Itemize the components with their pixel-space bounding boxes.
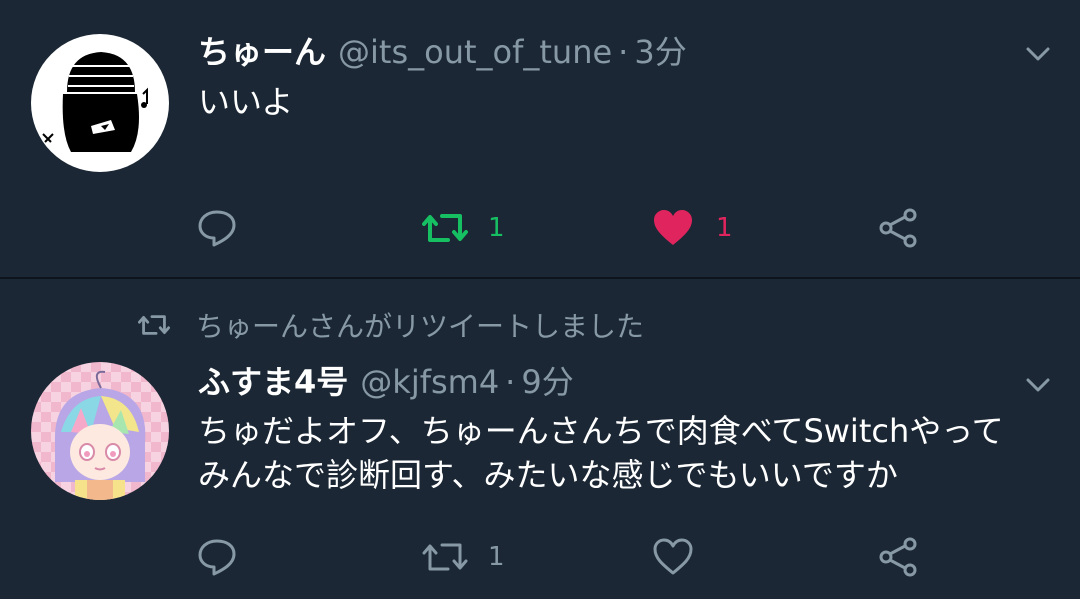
chevron-down-icon[interactable] bbox=[1022, 38, 1054, 70]
share-button[interactable] bbox=[878, 206, 920, 250]
like-button[interactable]: 1 bbox=[652, 206, 733, 250]
like-button[interactable] bbox=[652, 535, 694, 579]
retweet-icon bbox=[422, 214, 468, 242]
retweet-button[interactable]: 1 bbox=[422, 535, 505, 579]
retweet-context-text: ちゅーんさんがリツイートしました bbox=[196, 310, 645, 343]
separator-dot: · bbox=[505, 363, 516, 401]
share-icon bbox=[879, 208, 917, 248]
tweet-text: いいよ bbox=[198, 80, 1058, 124]
heart-icon bbox=[654, 210, 692, 245]
tweet-text-line: いいよ bbox=[198, 83, 294, 121]
like-count: 1 bbox=[716, 213, 733, 243]
tweet[interactable]: ちゅーん @its_out_of_tune · 3分 いいよ 1 1 bbox=[0, 0, 1080, 277]
retweet-count: 1 bbox=[488, 542, 505, 572]
avatar[interactable] bbox=[31, 34, 169, 172]
display-name[interactable]: ふすま4号 bbox=[198, 363, 348, 401]
reply-button[interactable] bbox=[196, 535, 238, 579]
reply-icon bbox=[198, 539, 236, 576]
tweet-text-line: ちゅだよオフ、ちゅーんさんちで肉食べてSwitchやって bbox=[198, 412, 1004, 450]
tweet-text-line: みんなで診断回す、みたいな感じでもいいですか bbox=[198, 456, 898, 494]
separator-dot: · bbox=[618, 33, 629, 71]
retweet-count: 1 bbox=[488, 213, 505, 243]
tweet[interactable]: ちゅーんさんがリツイートしました ふすま4号 @kjfsm4 · 9分 ちゅだよ… bbox=[0, 279, 1080, 599]
user-handle[interactable]: @kjfsm4 bbox=[360, 363, 499, 401]
tweet-text: ちゅだよオフ、ちゅーんさんちで肉食べてSwitchやって みんなで診断回す、みた… bbox=[198, 409, 1058, 497]
retweet-icon bbox=[422, 543, 468, 571]
share-button[interactable] bbox=[878, 535, 920, 579]
tweet-header: ちゅーん @its_out_of_tune · 3分 bbox=[198, 32, 687, 72]
avatar[interactable] bbox=[31, 362, 169, 500]
reply-button[interactable] bbox=[196, 206, 238, 250]
share-icon bbox=[879, 537, 917, 577]
retweet-button[interactable]: 1 bbox=[422, 206, 505, 250]
reply-icon bbox=[198, 210, 236, 247]
timestamp[interactable]: 3分 bbox=[634, 33, 686, 71]
tweet-header: ふすま4号 @kjfsm4 · 9分 bbox=[198, 362, 574, 402]
chevron-down-icon[interactable] bbox=[1022, 369, 1054, 401]
retweet-context-icon bbox=[138, 315, 170, 335]
timestamp[interactable]: 9分 bbox=[521, 363, 573, 401]
heart-outline-icon bbox=[653, 538, 693, 575]
display-name[interactable]: ちゅーん bbox=[198, 33, 326, 71]
user-handle[interactable]: @its_out_of_tune bbox=[338, 33, 612, 71]
retweet-context: ちゅーんさんがリツイートしました bbox=[138, 307, 644, 343]
